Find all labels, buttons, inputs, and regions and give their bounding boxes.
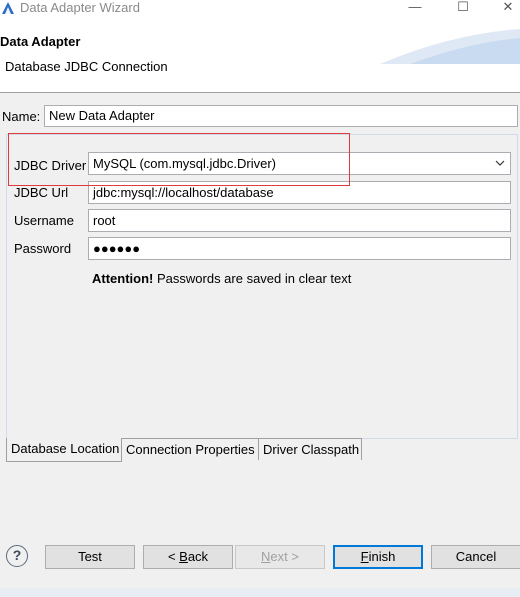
password-label: Password bbox=[14, 241, 72, 256]
bottom-border bbox=[0, 588, 520, 597]
header-banner-graphic bbox=[380, 29, 520, 64]
next-rest: ext > bbox=[270, 549, 299, 564]
chevron-down-icon[interactable] bbox=[495, 156, 505, 170]
test-button[interactable]: Test bbox=[45, 545, 135, 569]
cancel-button[interactable]: Cancel bbox=[431, 545, 520, 569]
wizard-header: Data Adapter Database JDBC Connection bbox=[0, 18, 520, 92]
username-label: Username bbox=[14, 213, 74, 228]
wizard-description: Database JDBC Connection bbox=[5, 59, 168, 74]
tab-database-location[interactable]: Database Location bbox=[6, 438, 122, 462]
back-prefix: < bbox=[167, 549, 180, 564]
tab-driver-classpath[interactable]: Driver Classpath bbox=[259, 438, 362, 460]
jdbc-driver-label: JDBC Driver bbox=[14, 158, 87, 173]
wizard-content: Name: New Data Adapter JDBC Driver MySQL… bbox=[0, 93, 520, 597]
back-mnemonic: B bbox=[179, 549, 188, 564]
jdbc-driver-select[interactable]: MySQL (com.mysql.jdbc.Driver) bbox=[88, 152, 511, 175]
minimize-button[interactable]: — bbox=[405, 0, 425, 16]
close-button[interactable]: ✕ bbox=[498, 0, 518, 16]
name-input[interactable]: New Data Adapter bbox=[44, 105, 518, 127]
password-warning: Attention! Passwords are saved in clear … bbox=[92, 271, 351, 286]
back-rest: ack bbox=[187, 549, 209, 564]
maximize-button[interactable]: ☐ bbox=[453, 0, 473, 16]
attention-text: Passwords are saved in clear text bbox=[153, 271, 352, 286]
password-input[interactable]: ●●●●●● bbox=[88, 237, 511, 260]
finish-rest: inish bbox=[368, 549, 396, 564]
attention-label: Attention! bbox=[92, 271, 154, 286]
jdbc-url-input[interactable]: jdbc:mysql://localhost/database bbox=[88, 181, 511, 204]
back-button[interactable]: < Back bbox=[143, 545, 233, 569]
jdbc-driver-value: MySQL (com.mysql.jdbc.Driver) bbox=[93, 156, 276, 171]
jdbc-url-label: JDBC Url bbox=[14, 185, 69, 200]
app-icon bbox=[2, 2, 14, 14]
name-label: Name: bbox=[2, 109, 41, 124]
username-input[interactable]: root bbox=[88, 209, 511, 232]
next-mnemonic: N bbox=[261, 549, 271, 564]
finish-button[interactable]: Finish bbox=[333, 545, 423, 569]
finish-mnemonic: F bbox=[360, 549, 369, 564]
wizard-title: Data Adapter bbox=[0, 34, 81, 49]
connection-panel: JDBC Driver MySQL (com.mysql.jdbc.Driver… bbox=[6, 134, 518, 439]
title-bar: Data Adapter Wizard — ☐ ✕ bbox=[0, 0, 520, 18]
tab-connection-properties[interactable]: Connection Properties bbox=[122, 438, 259, 460]
window-title: Data Adapter Wizard bbox=[20, 0, 140, 15]
help-question-icon[interactable]: ? bbox=[6, 545, 28, 567]
next-button[interactable]: Next > bbox=[235, 545, 325, 569]
